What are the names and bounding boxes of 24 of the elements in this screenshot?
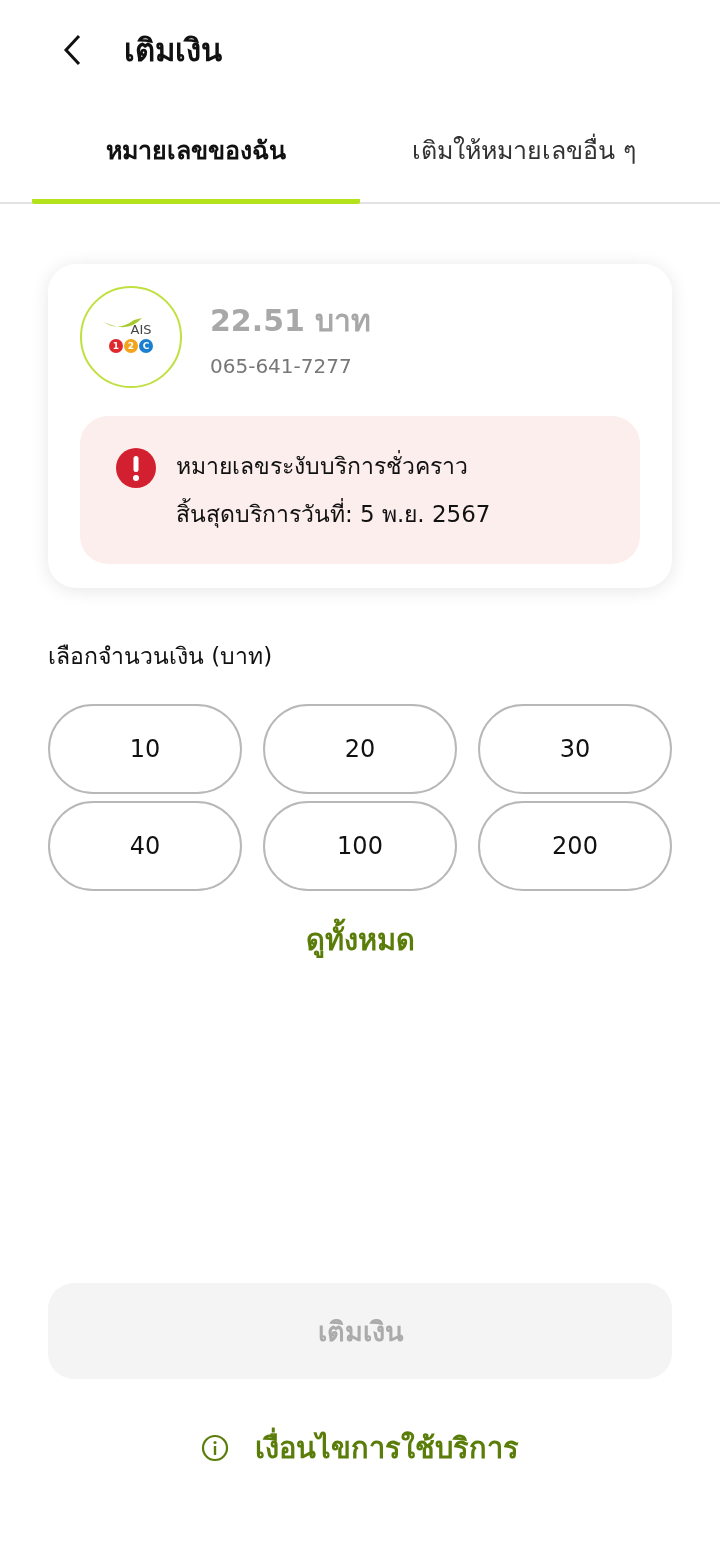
amount-option[interactable]: 100	[263, 801, 457, 891]
amount-option[interactable]: 40	[48, 801, 242, 891]
tab[interactable]: หมายเลขของฉัน	[32, 100, 360, 204]
tab[interactable]: เติมให้หมายเลขอื่น ๆ	[360, 100, 688, 204]
error-icon	[116, 448, 156, 488]
terms-link[interactable]: เงื่อนไขการใช้บริการ	[201, 1425, 519, 1471]
phone-number: 065-641-7277	[210, 353, 353, 378]
amount-option[interactable]: 200	[478, 801, 672, 891]
alert-text: สิ้นสุดบริการวันที่: 5 พ.ย. 2567	[176, 496, 491, 532]
terms-text: เงื่อนไขการใช้บริการ	[255, 1425, 519, 1471]
page-title: เติมเงิน	[124, 31, 222, 70]
balance: 22.51 บาท	[210, 301, 372, 340]
info-icon	[201, 1434, 229, 1462]
amount-option[interactable]: 10	[48, 704, 242, 794]
amount-label: เลือกจำนวนเงิน (บาท)	[48, 642, 274, 671]
amount-option[interactable]: 30	[478, 704, 672, 794]
logo-badge: 1	[109, 338, 123, 353]
see-all-link[interactable]: ดูทั้งหมด	[305, 917, 415, 963]
brand-text: AIS	[130, 321, 152, 337]
logo-badge: C	[139, 338, 153, 353]
amount-option[interactable]: 20	[263, 704, 457, 794]
back-icon	[63, 34, 81, 66]
alert-text: หมายเลขระงับบริการชั่วคราว	[176, 448, 491, 484]
logo-badge: 2	[124, 338, 138, 353]
